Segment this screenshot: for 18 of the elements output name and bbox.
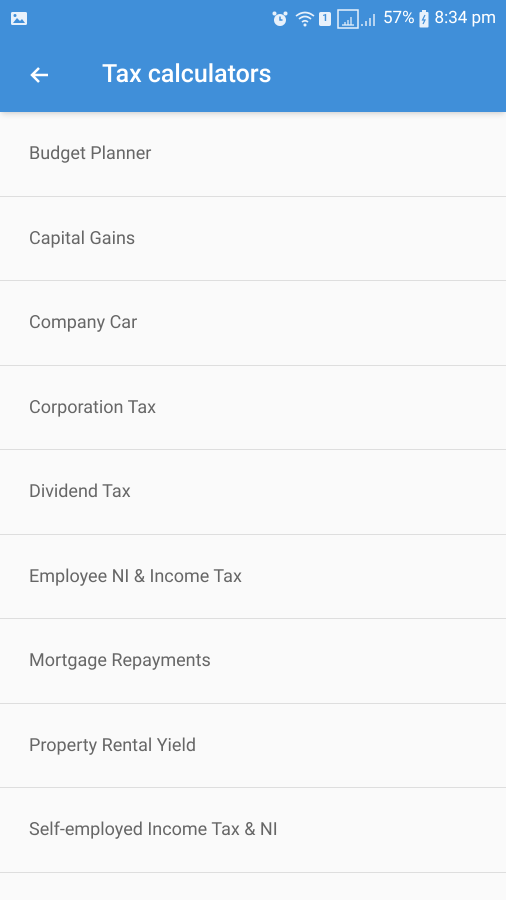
image-icon bbox=[10, 11, 28, 26]
wifi-icon bbox=[295, 10, 316, 26]
alarm-icon bbox=[271, 10, 290, 28]
signal-icon bbox=[336, 8, 377, 28]
calculator-item[interactable]: Dividend Tax bbox=[0, 450, 506, 534]
calculator-item[interactable]: Budget Planner bbox=[0, 112, 506, 196]
calculator-item[interactable]: Property Rental Yield bbox=[0, 704, 506, 788]
battery-percent: 57% bbox=[382, 6, 415, 30]
calculator-item[interactable]: Corporation Tax bbox=[0, 366, 506, 450]
screen-title: Tax calculators bbox=[102, 58, 272, 91]
calculator-item[interactable]: Mortgage Repayments bbox=[0, 619, 506, 704]
calculator-item[interactable]: Employee NI & Income Tax bbox=[0, 534, 506, 619]
calculator-item[interactable]: Company Car bbox=[0, 281, 506, 366]
clock-time: 8:34 pm bbox=[434, 6, 496, 30]
calculator-item[interactable]: Self-employed Income Tax & NI bbox=[0, 788, 506, 872]
sim-indicator: 1 bbox=[319, 12, 331, 26]
calculator-item[interactable]: Capital Gains bbox=[0, 196, 506, 281]
battery-icon bbox=[418, 10, 429, 28]
